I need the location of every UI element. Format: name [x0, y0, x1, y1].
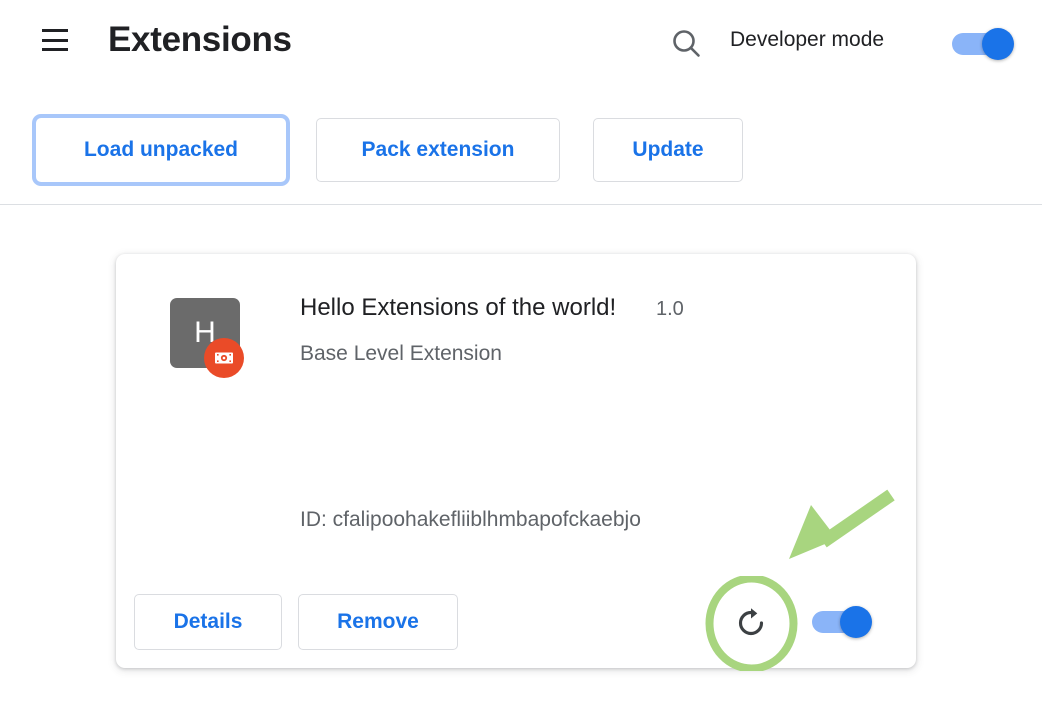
hamburger-bar	[42, 38, 68, 42]
developer-mode-label: Developer mode	[730, 28, 885, 51]
reload-icon[interactable]	[712, 584, 790, 662]
extension-name: Hello Extensions of the world!	[300, 294, 617, 321]
page-header: Extensions Developer mode	[0, 0, 1042, 85]
remove-button[interactable]: Remove	[298, 594, 458, 650]
page-title: Extensions	[108, 20, 292, 59]
update-button[interactable]: Update	[593, 118, 743, 182]
hamburger-bar	[42, 48, 68, 51]
hamburger-menu-icon[interactable]	[42, 29, 68, 51]
hamburger-bar	[42, 29, 68, 32]
extension-id: ID: cfalipoohakefliiblhmbapofckaebjo	[300, 508, 641, 531]
toggle-knob	[982, 28, 1014, 60]
extensions-page: Extensions Developer mode Load unpacked …	[0, 0, 1042, 708]
extension-card: H Hello Extensions of the world! 1.0 Bas…	[116, 254, 916, 668]
toggle-knob	[840, 606, 872, 638]
extension-version: 1.0	[656, 298, 684, 320]
toolbar: Load unpacked Pack extension Update	[0, 118, 1042, 184]
developer-mode-toggle[interactable]	[952, 26, 1020, 62]
header-divider	[0, 204, 1042, 205]
extension-icon-wrapper: H	[170, 298, 244, 378]
search-icon[interactable]	[669, 26, 705, 62]
extension-description: Base Level Extension	[300, 342, 502, 365]
load-unpacked-button[interactable]: Load unpacked	[36, 118, 286, 182]
details-button[interactable]: Details	[134, 594, 282, 650]
unpacked-extension-badge-icon	[204, 338, 244, 378]
pack-extension-button[interactable]: Pack extension	[316, 118, 560, 182]
extension-enabled-toggle[interactable]	[812, 604, 880, 640]
